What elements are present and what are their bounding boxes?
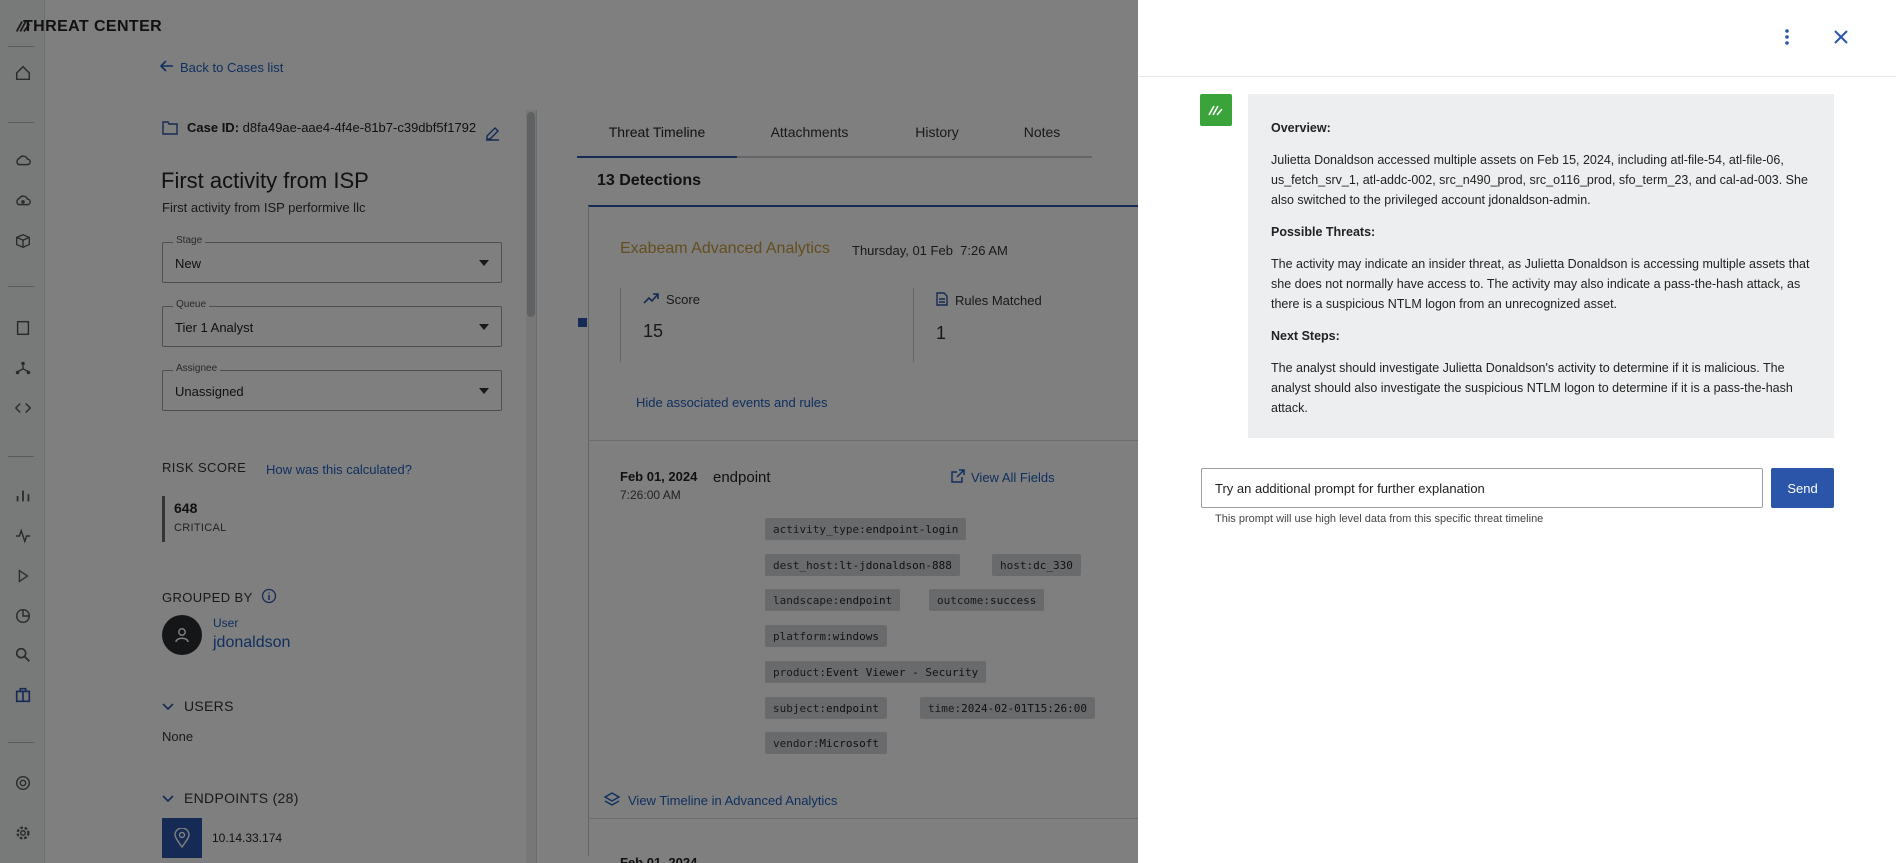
overview-text: Julietta Donaldson accessed multiple ass…: [1271, 153, 1808, 207]
possible-threats-heading: Possible Threats:: [1271, 225, 1376, 239]
overview-heading: Overview:: [1271, 121, 1331, 135]
send-button[interactable]: Send: [1771, 468, 1834, 508]
modal-backdrop[interactable]: [0, 0, 1138, 863]
assistant-response: Overview: Julietta Donaldson accessed mu…: [1248, 94, 1834, 438]
more-options-icon[interactable]: [1778, 27, 1796, 52]
next-steps-heading: Next Steps:: [1271, 329, 1340, 343]
next-steps-text: The analyst should investigate Julietta …: [1271, 361, 1793, 415]
close-icon[interactable]: [1831, 27, 1851, 52]
assistant-logo-icon: [1200, 94, 1232, 126]
divider: [1138, 76, 1896, 77]
prompt-hint: This prompt will use high level data fro…: [1215, 513, 1544, 525]
prompt-input[interactable]: [1201, 468, 1763, 508]
possible-threats-text: The activity may indicate an insider thr…: [1271, 257, 1810, 311]
